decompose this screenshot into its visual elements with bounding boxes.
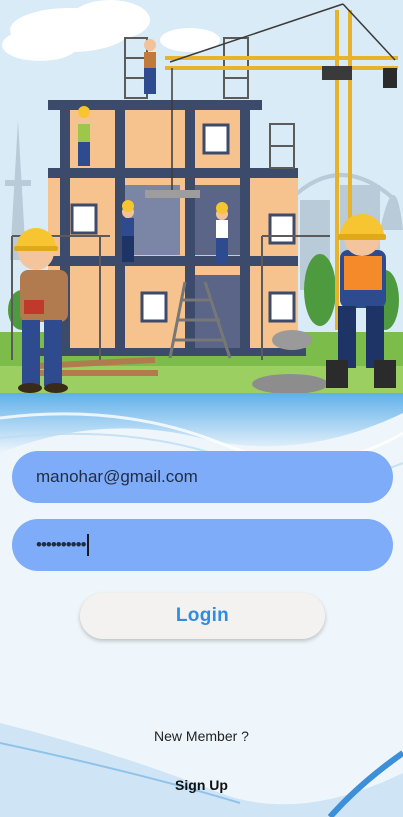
- construction-illustration: [0, 0, 403, 393]
- password-value: ••••••••••: [36, 535, 87, 554]
- new-member-prompt: New Member ?: [154, 728, 249, 744]
- sign-up-link[interactable]: Sign Up: [0, 777, 403, 793]
- email-field[interactable]: manohar@gmail.com: [12, 451, 393, 503]
- password-field[interactable]: ••••••••••: [12, 519, 393, 571]
- text-cursor: [86, 534, 89, 556]
- login-button[interactable]: Login: [80, 593, 325, 639]
- email-value: manohar@gmail.com: [36, 467, 198, 486]
- login-button-label: Login: [175, 605, 230, 626]
